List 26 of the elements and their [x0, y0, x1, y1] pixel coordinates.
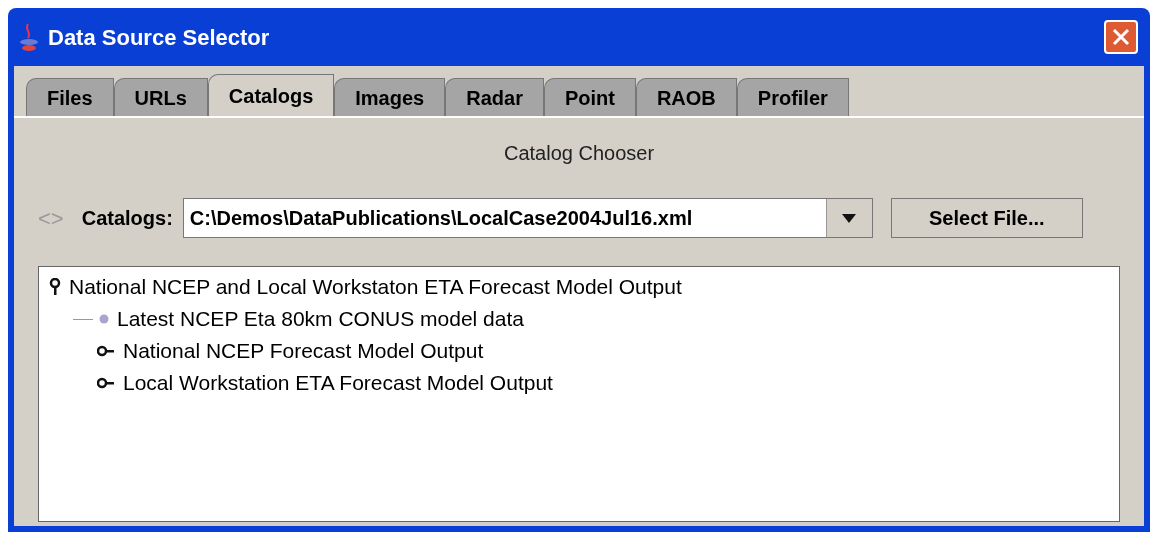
dropdown-arrow-icon	[842, 213, 857, 223]
collapsed-key-icon[interactable]	[97, 377, 115, 389]
tab[interactable]: Images	[334, 78, 446, 116]
collapsed-key-icon[interactable]	[97, 345, 115, 357]
tab[interactable]: Files	[26, 78, 114, 116]
panel-title: Catalog Chooser	[502, 141, 656, 166]
tree-item[interactable]: National NCEP and Local Workstaton ETA Forecast Model Output	[69, 271, 682, 303]
window-title: Data Source Selector	[48, 23, 271, 52]
expanded-key-icon[interactable]	[49, 278, 61, 296]
tab[interactable]: Radar	[445, 78, 544, 116]
tree-item[interactable]: Latest NCEP Eta 80km CONUS model data	[117, 303, 524, 335]
leaf-dot-icon	[99, 314, 109, 324]
close-button[interactable]	[1104, 20, 1138, 54]
tab[interactable]: RAOB	[635, 78, 737, 116]
combo-value: C:\Demos\DataPublications\LocalCase2004Jul16.xml	[188, 206, 694, 231]
tab[interactable]: Profiler	[736, 78, 849, 116]
tree-item[interactable]: National NCEP Forecast Model Output	[123, 335, 484, 367]
tab[interactable]: Point	[543, 78, 636, 116]
tab[interactable]: Catalogs	[207, 74, 335, 116]
select-file-button[interactable]: Select File...	[890, 198, 1083, 238]
catalogs-label: Catalogs:	[81, 206, 173, 231]
close-icon	[1112, 28, 1130, 46]
tree-item[interactable]: Local Workstation ETA Forecast Model Output	[123, 367, 553, 399]
tab[interactable]: URLs	[113, 78, 208, 116]
catalog-combo-box[interactable]: C:\Demos\DataPublications\LocalCase2004Jul16.xml	[182, 198, 873, 238]
cup-icon	[18, 22, 40, 52]
